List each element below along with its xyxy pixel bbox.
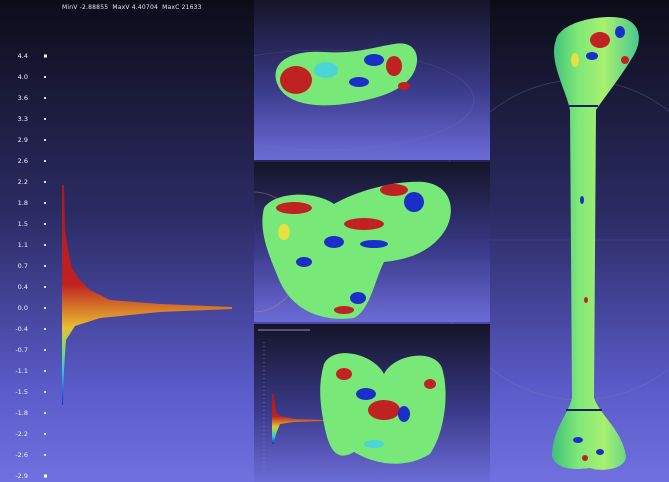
curvature-histogram: [62, 185, 232, 405]
view-panel-bottom[interactable]: [254, 324, 490, 482]
view-panel-middle[interactable]: [254, 162, 490, 322]
femur-head-top-view: [254, 43, 475, 151]
femur-condyle-view: [258, 329, 446, 470]
view-panel-top[interactable]: [254, 0, 490, 160]
femur-head-side-view: [254, 181, 451, 319]
femur-model[interactable]: [552, 16, 639, 470]
